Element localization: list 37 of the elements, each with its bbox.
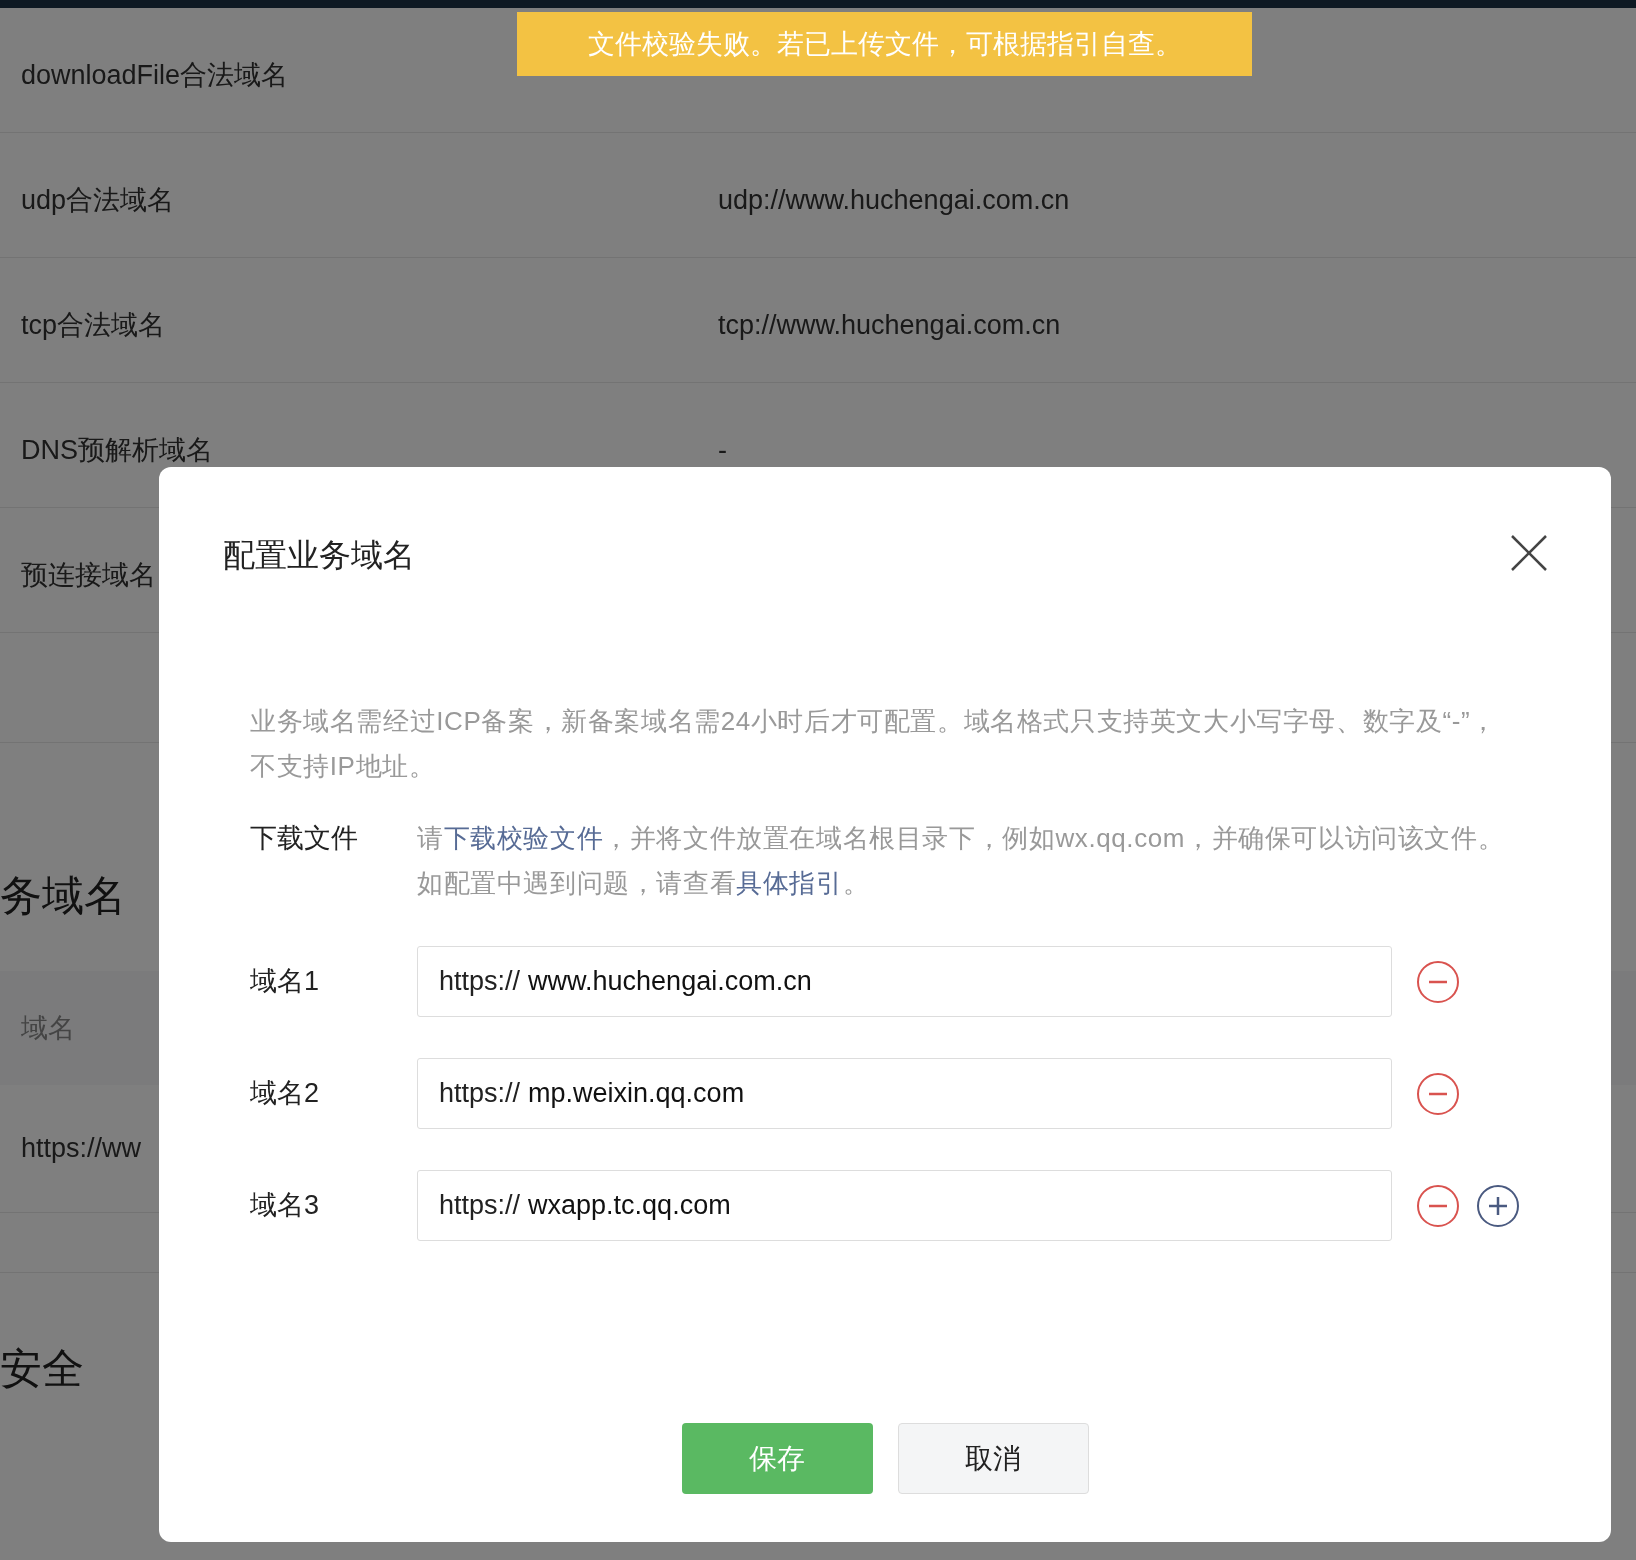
dialog-title: 配置业务域名	[223, 536, 415, 575]
download-instructions: 请下载校验文件，并将文件放置在域名根目录下，例如wx.qq.com，并确保可以访问该文件。如配置中遇到问题，请查看具体指引。	[417, 822, 1506, 900]
row-label: DNS预解析域名	[21, 434, 213, 465]
field-label: 下载文件	[250, 822, 359, 855]
notice-text: 业务域名需经过ICP备案，新备案域名需24小时后才可配置。域名格式只支持英文大小写字母、数字及“-”，不支持IP地址。	[250, 705, 1498, 783]
url-prefix: https://	[439, 1077, 521, 1111]
row-label: tcp合法域名	[21, 309, 166, 340]
row-value: -	[718, 433, 727, 467]
table-cell-text: https://ww	[21, 1132, 142, 1166]
row-value: tcp://www.huchengai.com.cn	[718, 308, 1061, 342]
field-label: 域名1	[250, 965, 321, 999]
domain-field[interactable]: https:// wxapp.tc.qq.com	[417, 1170, 1392, 1241]
domain-field[interactable]: https:// mp.weixin.qq.com	[417, 1058, 1392, 1129]
add-icon[interactable]	[1476, 1183, 1520, 1228]
domain-input[interactable]: wxapp.tc.qq.com	[528, 1185, 1370, 1226]
row-label: 预连接域名	[21, 559, 156, 590]
url-prefix: https://	[439, 965, 521, 999]
row-label: udp合法域名	[21, 184, 175, 215]
domain-input[interactable]: www.huchengai.com.cn	[528, 961, 1370, 1002]
row-label: downloadFile合法域名	[21, 59, 289, 90]
cancel-button[interactable]: 取消	[897, 1423, 1089, 1494]
table-header: 域名	[21, 1011, 75, 1045]
row-value: udp://www.huchengai.com.cn	[718, 183, 1070, 217]
field-label: 域名3	[250, 1189, 321, 1223]
remove-icon[interactable]	[1416, 959, 1460, 1004]
section-title: 安全	[0, 1343, 84, 1394]
domain-field[interactable]: https:// www.huchengai.com.cn	[417, 946, 1392, 1017]
remove-icon[interactable]	[1416, 1183, 1460, 1228]
domain-input[interactable]: mp.weixin.qq.com	[528, 1073, 1370, 1114]
toast: 文件校验失败。若已上传文件，可根据指引自查。	[517, 12, 1252, 76]
section-title: 务域名	[0, 870, 126, 921]
remove-icon[interactable]	[1416, 1071, 1460, 1116]
url-prefix: https://	[439, 1189, 521, 1223]
close-icon[interactable]	[1509, 533, 1549, 573]
link[interactable]: 具体指引	[736, 868, 843, 898]
link[interactable]: 下载校验文件	[443, 823, 604, 853]
field-label: 域名2	[250, 1077, 321, 1111]
